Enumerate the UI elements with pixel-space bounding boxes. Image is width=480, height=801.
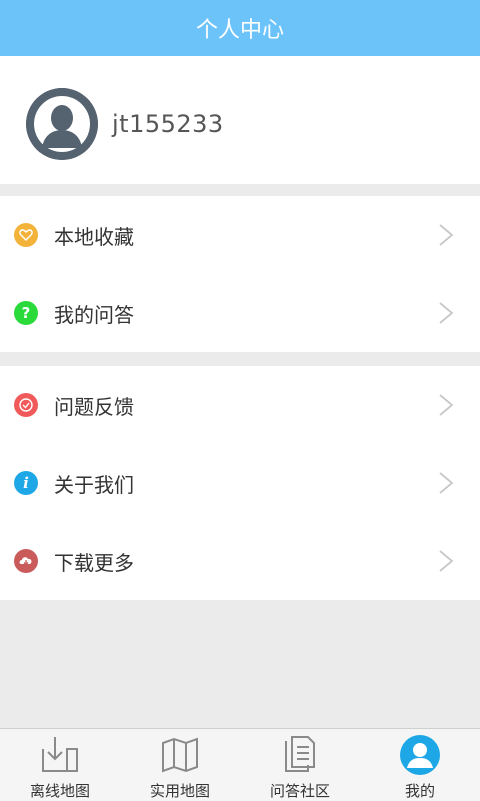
tab-label: 离线地图	[29, 782, 90, 800]
tab-useful-map[interactable]: 实用地图	[120, 729, 240, 801]
chevron-right-icon	[439, 302, 454, 324]
feedback-icon	[14, 393, 38, 417]
map-icon	[158, 734, 202, 776]
bottom-tab-bar: 离线地图 实用地图 问答社区 我的	[0, 728, 480, 801]
menu-group-1: 本地收藏 ? 我的问答	[0, 196, 480, 352]
menu-item-label: 我的问答	[54, 302, 134, 327]
chevron-right-icon	[439, 394, 454, 416]
chevron-right-icon	[439, 224, 454, 246]
menu-item-label: 关于我们	[54, 472, 134, 497]
profile-icon	[398, 734, 442, 776]
offline-map-icon	[38, 734, 82, 776]
menu-item-my-qa[interactable]: ? 我的问答	[0, 274, 480, 352]
menu-item-about-us[interactable]: i 关于我们	[0, 444, 480, 522]
menu-item-local-favorites[interactable]: 本地收藏	[0, 196, 480, 274]
document-icon	[278, 734, 322, 776]
download-cloud-icon	[14, 549, 38, 573]
tab-label: 我的	[404, 782, 435, 800]
heart-icon	[14, 223, 38, 247]
menu-group-2: 问题反馈 i 关于我们 下载更多	[0, 366, 480, 600]
page-title: 个人中心	[195, 18, 284, 43]
tab-qa-community[interactable]: 问答社区	[240, 729, 360, 801]
header-bar: 个人中心	[0, 0, 480, 56]
tab-offline-map[interactable]: 离线地图	[0, 729, 120, 801]
username: jt155233	[112, 110, 224, 138]
tab-mine[interactable]: 我的	[360, 729, 480, 801]
tab-label: 实用地图	[149, 782, 210, 800]
avatar[interactable]	[26, 88, 98, 160]
question-icon: ?	[14, 301, 38, 325]
menu-item-download-more[interactable]: 下载更多	[0, 522, 480, 600]
menu-item-label: 下载更多	[54, 550, 134, 575]
menu-item-feedback[interactable]: 问题反馈	[0, 366, 480, 444]
chevron-right-icon	[439, 472, 454, 494]
menu-item-label: 本地收藏	[54, 224, 134, 249]
user-silhouette-icon	[26, 88, 98, 160]
chevron-right-icon	[439, 550, 454, 572]
tab-label: 问答社区	[269, 782, 330, 800]
profile-card[interactable]: jt155233	[0, 56, 480, 184]
info-icon: i	[14, 471, 38, 495]
menu-item-label: 问题反馈	[54, 394, 134, 419]
